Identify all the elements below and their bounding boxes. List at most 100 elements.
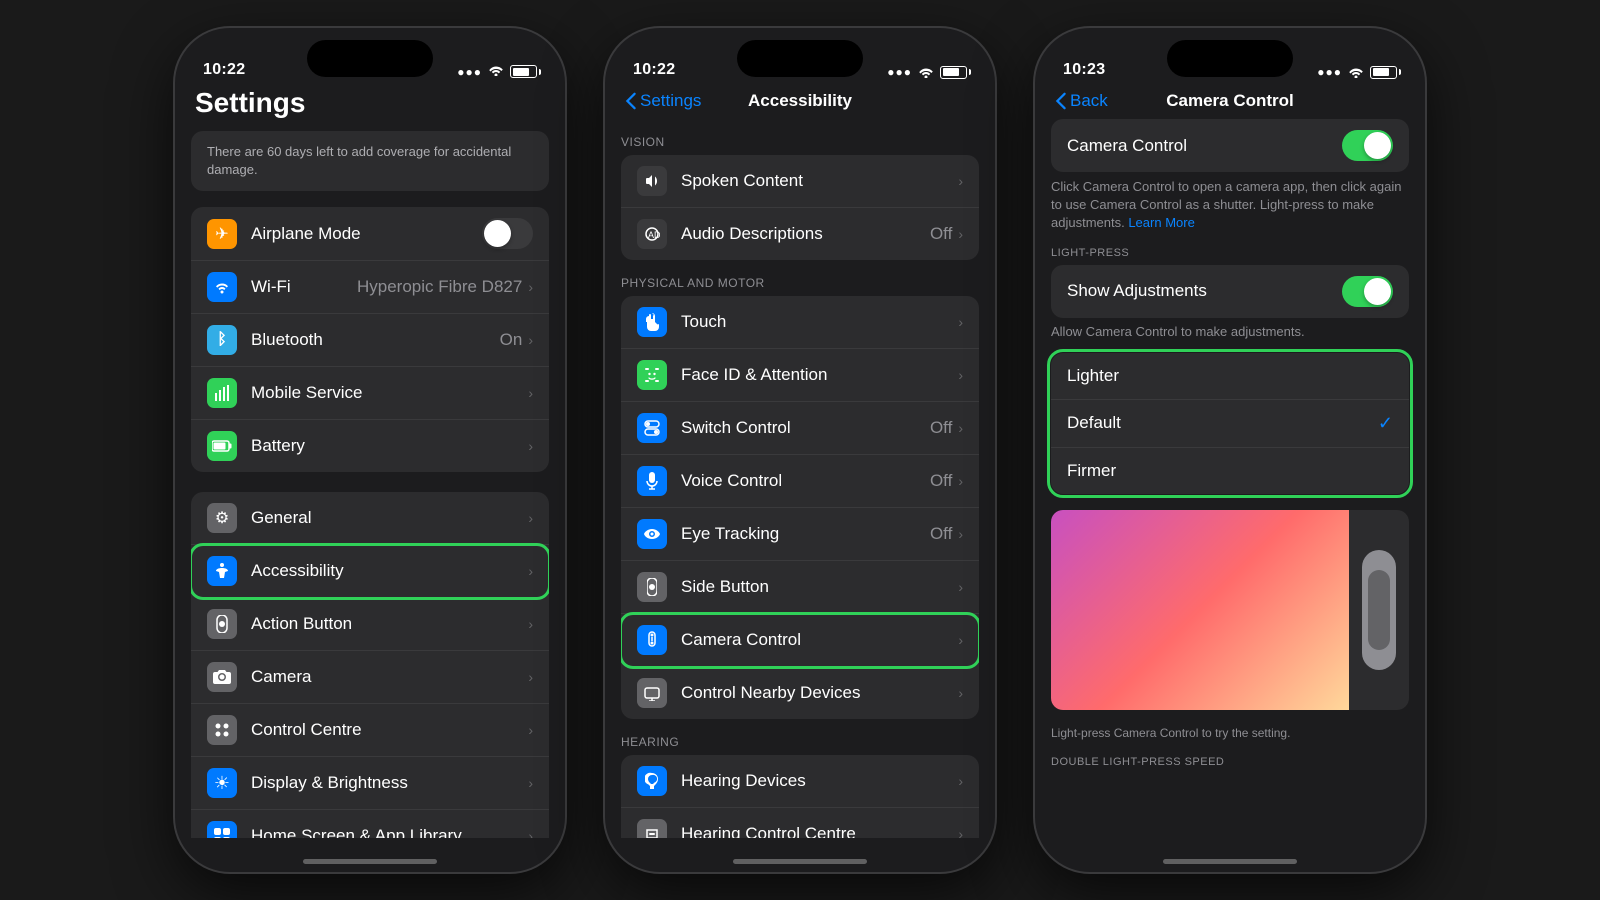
vision-list: Spoken Content › AD Audio Descriptions O…	[621, 155, 979, 260]
voice-label: Voice Control	[681, 471, 930, 491]
list-item-switch[interactable]: Switch Control Off ›	[621, 402, 979, 455]
touch-icon	[637, 307, 667, 337]
time-3: 10:23	[1063, 61, 1105, 79]
hearing-list: Hearing Devices › Hearing Control Centre…	[621, 755, 979, 838]
back-button-3[interactable]: Back	[1055, 91, 1108, 111]
list-item-audiodesc[interactable]: AD Audio Descriptions Off ›	[621, 208, 979, 260]
firmer-label: Firmer	[1067, 461, 1393, 481]
list-item-voice[interactable]: Voice Control Off ›	[621, 455, 979, 508]
accessibility-label: Accessibility	[251, 561, 528, 581]
dynamic-island-1	[307, 40, 433, 77]
phone-settings: 10:22 ●●● Settings There are 60 days lef…	[175, 28, 565, 872]
wifi-icon-1	[488, 64, 504, 79]
back-button-2[interactable]: Settings	[625, 91, 701, 111]
settings-section-top: ✈ Airplane Mode Wi-Fi Hyperopic Fibre D8…	[191, 207, 549, 472]
voice-icon	[637, 466, 667, 496]
list-item-mobile[interactable]: Mobile Service ›	[191, 367, 549, 420]
hearingcc-chevron: ›	[958, 826, 963, 838]
cc-toggle-section: Camera Control	[1051, 119, 1409, 172]
section-hearing: HEARING	[605, 719, 995, 755]
list-item-accessibility[interactable]: Accessibility ›	[191, 545, 549, 598]
selection-item-lighter[interactable]: Lighter	[1051, 353, 1409, 400]
bluetooth-value: On	[500, 330, 523, 350]
lighter-label: Lighter	[1067, 366, 1393, 386]
status-icons-2: ●●●	[887, 65, 967, 79]
faceid-chevron: ›	[958, 367, 963, 383]
back-label-3: Back	[1070, 91, 1108, 111]
list-item-eyetrack[interactable]: Eye Tracking Off ›	[621, 508, 979, 561]
show-adjustments-toggle[interactable]	[1342, 276, 1393, 307]
airplane-toggle[interactable]	[482, 218, 533, 249]
cc-toggle[interactable]	[1342, 130, 1393, 161]
switch-icon	[637, 413, 667, 443]
touch-label: Touch	[681, 312, 958, 332]
battery-setting-icon	[207, 431, 237, 461]
spoken-label: Spoken Content	[681, 171, 958, 191]
battery-chevron: ›	[528, 438, 533, 454]
faceid-label: Face ID & Attention	[681, 365, 958, 385]
phone-camera-control: 10:23 ●●● Back Camera Control Camera Con…	[1035, 28, 1425, 872]
signal-icon-1: ●●●	[457, 65, 482, 79]
list-item-homescreen[interactable]: Home Screen & App Library ›	[191, 810, 549, 838]
list-item-faceid[interactable]: Face ID & Attention ›	[621, 349, 979, 402]
nav-title-2: Accessibility	[748, 91, 852, 111]
allow-text: Allow Camera Control to make adjustments…	[1035, 318, 1425, 353]
battery-icon-3	[1370, 66, 1397, 79]
list-item-battery[interactable]: Battery ›	[191, 420, 549, 472]
list-item-nearby[interactable]: Control Nearby Devices ›	[621, 667, 979, 719]
battery-label: Battery	[251, 436, 528, 456]
camera-chevron: ›	[528, 669, 533, 685]
hearingcc-label: Hearing Control Centre	[681, 824, 958, 838]
list-item-camera-control[interactable]: Camera Control ›	[621, 614, 979, 667]
selection-item-default[interactable]: Default ✓	[1051, 400, 1409, 448]
settings-group-connectivity: ✈ Airplane Mode Wi-Fi Hyperopic Fibre D8…	[191, 207, 549, 472]
list-item-touch[interactable]: Touch ›	[621, 296, 979, 349]
preview-background	[1051, 510, 1349, 710]
list-item-action[interactable]: Action Button ›	[191, 598, 549, 651]
list-item-airplane[interactable]: ✈ Airplane Mode	[191, 207, 549, 261]
hearingdev-chevron: ›	[958, 773, 963, 789]
list-item-cc-toggle[interactable]: Camera Control	[1051, 119, 1409, 172]
cc-toggle-label: Camera Control	[1067, 136, 1342, 156]
list-item-spoken[interactable]: Spoken Content ›	[621, 155, 979, 208]
wifi-setting-icon	[207, 272, 237, 302]
camera-control-chevron: ›	[958, 632, 963, 648]
camera-control-label: Camera Control	[681, 630, 958, 650]
list-item-show-adjustments[interactable]: Show Adjustments	[1051, 265, 1409, 318]
home-indicator-3	[1035, 838, 1425, 872]
display-chevron: ›	[528, 775, 533, 791]
list-item-controlcentre[interactable]: Control Centre ›	[191, 704, 549, 757]
wifi-chevron: ›	[528, 279, 533, 295]
section-lightpress: LIGHT-PRESS	[1035, 247, 1425, 265]
default-checkmark: ✓	[1378, 413, 1393, 434]
camera-control-icon	[637, 625, 667, 655]
learn-more-link[interactable]: Learn More	[1128, 215, 1194, 230]
home-indicator-1	[175, 838, 565, 872]
eyetrack-label: Eye Tracking	[681, 524, 930, 544]
phone-accessibility: 10:22 ●●● Settings Accessibility VISION	[605, 28, 995, 872]
list-item-hearingcc[interactable]: Hearing Control Centre ›	[621, 808, 979, 838]
mobile-icon	[207, 378, 237, 408]
spoken-icon	[637, 166, 667, 196]
hearing-group: Hearing Devices › Hearing Control Centre…	[621, 755, 979, 838]
spoken-chevron: ›	[958, 173, 963, 189]
preview-button-area	[1349, 510, 1409, 710]
settings-group-main: ⚙ General › Accessibility ›	[191, 492, 549, 838]
list-item-display[interactable]: ☀ Display & Brightness ›	[191, 757, 549, 810]
list-item-hearingdev[interactable]: Hearing Devices ›	[621, 755, 979, 808]
selection-item-firmer[interactable]: Firmer	[1051, 448, 1409, 494]
wifi-label: Wi-Fi	[251, 277, 357, 297]
hearingcc-icon	[637, 819, 667, 838]
svg-text:AD: AD	[648, 230, 660, 240]
eyetrack-icon	[637, 519, 667, 549]
list-item-camera[interactable]: Camera ›	[191, 651, 549, 704]
wifi-icon-3	[1348, 66, 1364, 78]
list-item-wifi[interactable]: Wi-Fi Hyperopic Fibre D827 ›	[191, 261, 549, 314]
list-item-general[interactable]: ⚙ General ›	[191, 492, 549, 545]
list-item-bluetooth[interactable]: ᛒ Bluetooth On ›	[191, 314, 549, 367]
bluetooth-label: Bluetooth	[251, 330, 500, 350]
controlcentre-chevron: ›	[528, 722, 533, 738]
display-label: Display & Brightness	[251, 773, 528, 793]
hearingdev-label: Hearing Devices	[681, 771, 958, 791]
list-item-side[interactable]: Side Button ›	[621, 561, 979, 614]
